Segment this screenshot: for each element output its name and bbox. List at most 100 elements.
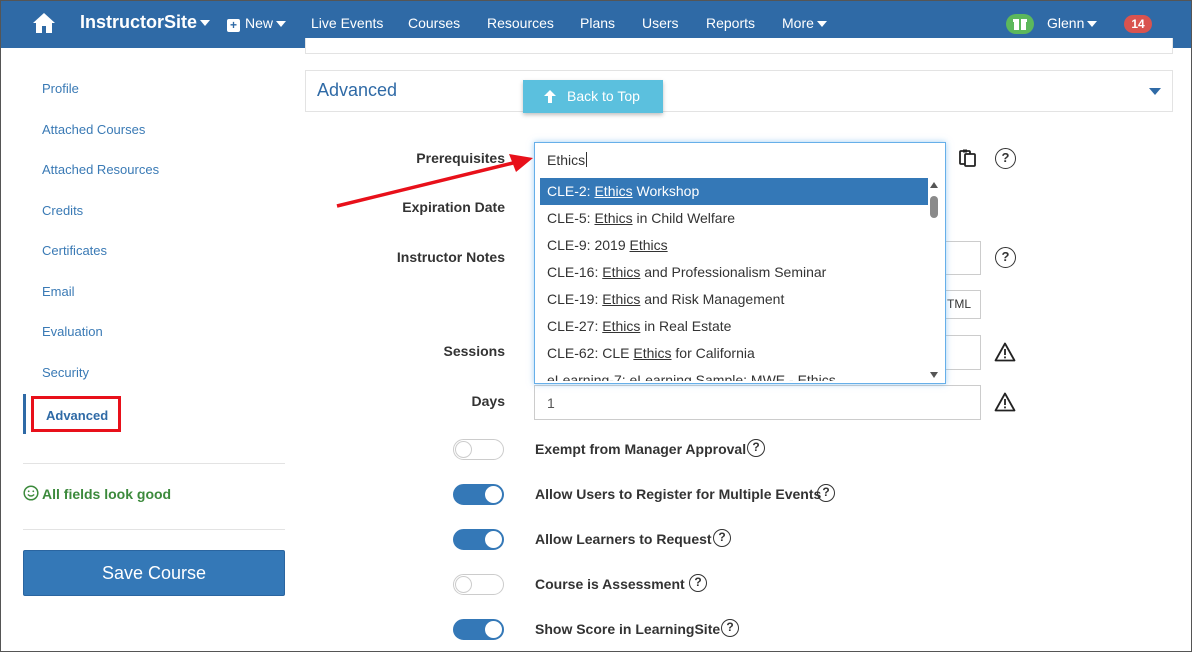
new-menu-label: New xyxy=(245,15,274,31)
validation-status-text: All fields look good xyxy=(42,486,172,502)
prerequisites-combobox[interactable]: Ethics CLE-2: Ethics Workshop CLE-5: Ethi… xyxy=(534,142,946,384)
days-label: Days xyxy=(471,393,505,409)
brand-label: InstructorSite xyxy=(80,12,198,32)
toggle-label-course-assessment: Course is Assessment xyxy=(535,576,685,592)
toggle-show-score[interactable] xyxy=(453,619,504,640)
nav-live-events[interactable]: Live Events xyxy=(311,15,383,31)
sidebar-item-email[interactable]: Email xyxy=(42,284,75,299)
red-arrow xyxy=(336,154,533,208)
home-icon[interactable] xyxy=(32,12,56,34)
question-icon[interactable]: ? xyxy=(713,529,731,547)
more-menu-label: More xyxy=(782,15,814,31)
chevron-down-icon[interactable] xyxy=(1149,88,1161,95)
text-cursor xyxy=(586,152,588,167)
toggle-course-assessment[interactable] xyxy=(453,574,504,595)
dropdown-option[interactable]: CLE-5: Ethics in Child Welfare xyxy=(540,205,928,232)
nav-courses[interactable]: Courses xyxy=(408,15,460,31)
sidebar-item-profile[interactable]: Profile xyxy=(42,81,79,96)
question-icon[interactable]: ? xyxy=(747,439,765,457)
copy-icon[interactable] xyxy=(958,148,978,168)
advanced-panel-header[interactable]: Advanced xyxy=(305,70,1173,112)
prerequisites-query: Ethics xyxy=(547,152,586,168)
option-prefix: CLE-5: xyxy=(547,210,595,226)
dropdown-option[interactable]: CLE-9: 2019 Ethics xyxy=(540,232,928,259)
chevron-down-icon xyxy=(816,21,827,28)
option-match-highlight: Ethics xyxy=(602,264,641,280)
scroll-up-icon[interactable] xyxy=(930,182,938,188)
notes-help-icon[interactable]: ? xyxy=(995,247,1016,268)
sidebar-item-certificates[interactable]: Certificates xyxy=(42,243,107,258)
question-icon[interactable]: ? xyxy=(689,574,707,592)
days-field[interactable]: 1 xyxy=(534,385,981,420)
toggle-label-show-score: Show Score in LearningSite xyxy=(535,621,721,637)
back-to-top-label: Back to Top xyxy=(567,88,640,104)
toggle-knob xyxy=(455,441,472,458)
instructor-notes-label: Instructor Notes xyxy=(396,249,505,265)
nav-resources[interactable]: Resources xyxy=(487,15,554,31)
option-match-highlight: Ethics xyxy=(594,183,633,199)
prerequisites-options-list: CLE-2: Ethics Workshop CLE-5: Ethics in C… xyxy=(540,178,928,381)
toggle-knob xyxy=(455,576,472,593)
dropdown-option[interactable]: CLE-62: CLE Ethics for California xyxy=(540,340,928,367)
sidebar-item-attached-resources[interactable]: Attached Resources xyxy=(42,162,159,177)
option-match-highlight: Ethics xyxy=(594,210,633,226)
save-course-button[interactable]: Save Course xyxy=(23,550,285,596)
option-match-highlight: Ethics xyxy=(797,372,836,381)
option-prefix: CLE-27: xyxy=(547,318,603,334)
toggle-multiple-events[interactable] xyxy=(453,484,504,505)
prerequisites-search-input[interactable]: Ethics xyxy=(547,152,588,168)
toggle-knob xyxy=(485,486,502,503)
sidebar-item-advanced[interactable]: Advanced xyxy=(31,396,121,432)
option-suffix: in Child Welfare xyxy=(632,210,736,226)
option-prefix: CLE-16: xyxy=(547,264,603,280)
new-menu[interactable]: + New xyxy=(227,15,287,32)
gift-icon[interactable] xyxy=(1006,14,1034,34)
dropdown-option[interactable]: CLE-16: Ethics and Professionalism Semin… xyxy=(540,259,928,286)
option-prefix: CLE-9: 2019 xyxy=(547,237,630,253)
html-toggle-button[interactable]: TML xyxy=(940,290,981,319)
toggle-learners-request[interactable] xyxy=(453,529,504,550)
sidebar-divider xyxy=(23,529,285,530)
site-switcher[interactable]: InstructorSite xyxy=(80,12,211,33)
nav-reports[interactable]: Reports xyxy=(706,15,755,31)
toggle-label-learners-request: Allow Learners to Request xyxy=(535,531,712,547)
sidebar-item-credits[interactable]: Credits xyxy=(42,203,83,218)
sidebar-active-indicator xyxy=(23,394,26,434)
option-suffix: in Real Estate xyxy=(640,318,732,334)
sessions-warning-icon xyxy=(994,342,1016,362)
smile-icon xyxy=(23,485,39,501)
nav-users[interactable]: Users xyxy=(642,15,679,31)
toggle-exempt-manager-approval[interactable] xyxy=(453,439,504,460)
more-menu[interactable]: More xyxy=(782,15,827,31)
chevron-down-icon xyxy=(1087,21,1098,28)
dropdown-option[interactable]: eLearning-7: eLearning Sample: MWE - Eth… xyxy=(540,367,928,381)
arrow-up-icon xyxy=(544,90,556,103)
chevron-down-icon xyxy=(276,21,287,28)
notification-badge[interactable]: 14 xyxy=(1124,15,1152,33)
option-match-highlight: Ethics xyxy=(602,318,641,334)
sidebar-item-evaluation[interactable]: Evaluation xyxy=(42,324,103,339)
validation-status: All fields look good xyxy=(23,485,171,502)
user-menu[interactable]: Glenn xyxy=(1047,15,1098,31)
sidebar-item-security[interactable]: Security xyxy=(42,365,89,380)
question-icon[interactable]: ? xyxy=(817,484,835,502)
plus-icon: + xyxy=(227,19,240,32)
question-icon[interactable]: ? xyxy=(721,619,739,637)
back-to-top-button[interactable]: Back to Top xyxy=(523,80,663,113)
dropdown-scrollbar[interactable] xyxy=(928,180,940,380)
nav-plans[interactable]: Plans xyxy=(580,15,615,31)
prerequisites-help-icon[interactable]: ? xyxy=(995,148,1016,169)
scroll-down-icon[interactable] xyxy=(930,372,938,378)
sidebar-item-attached-courses[interactable]: Attached Courses xyxy=(42,122,145,137)
chevron-down-icon xyxy=(200,20,211,27)
option-match-highlight: Ethics xyxy=(602,291,641,307)
dropdown-option[interactable]: CLE-27: Ethics in Real Estate xyxy=(540,313,928,340)
option-suffix: and Risk Management xyxy=(640,291,785,307)
sidebar-divider xyxy=(23,463,285,464)
dropdown-option[interactable]: CLE-19: Ethics and Risk Management xyxy=(540,286,928,313)
days-warning-icon xyxy=(994,392,1016,412)
option-prefix: eLearning-7: eLearning Sample: MWE - xyxy=(547,372,798,381)
dropdown-option[interactable]: CLE-2: Ethics Workshop xyxy=(540,178,928,205)
previous-panel-bottom xyxy=(305,38,1173,54)
scrollbar-thumb[interactable] xyxy=(930,196,938,218)
